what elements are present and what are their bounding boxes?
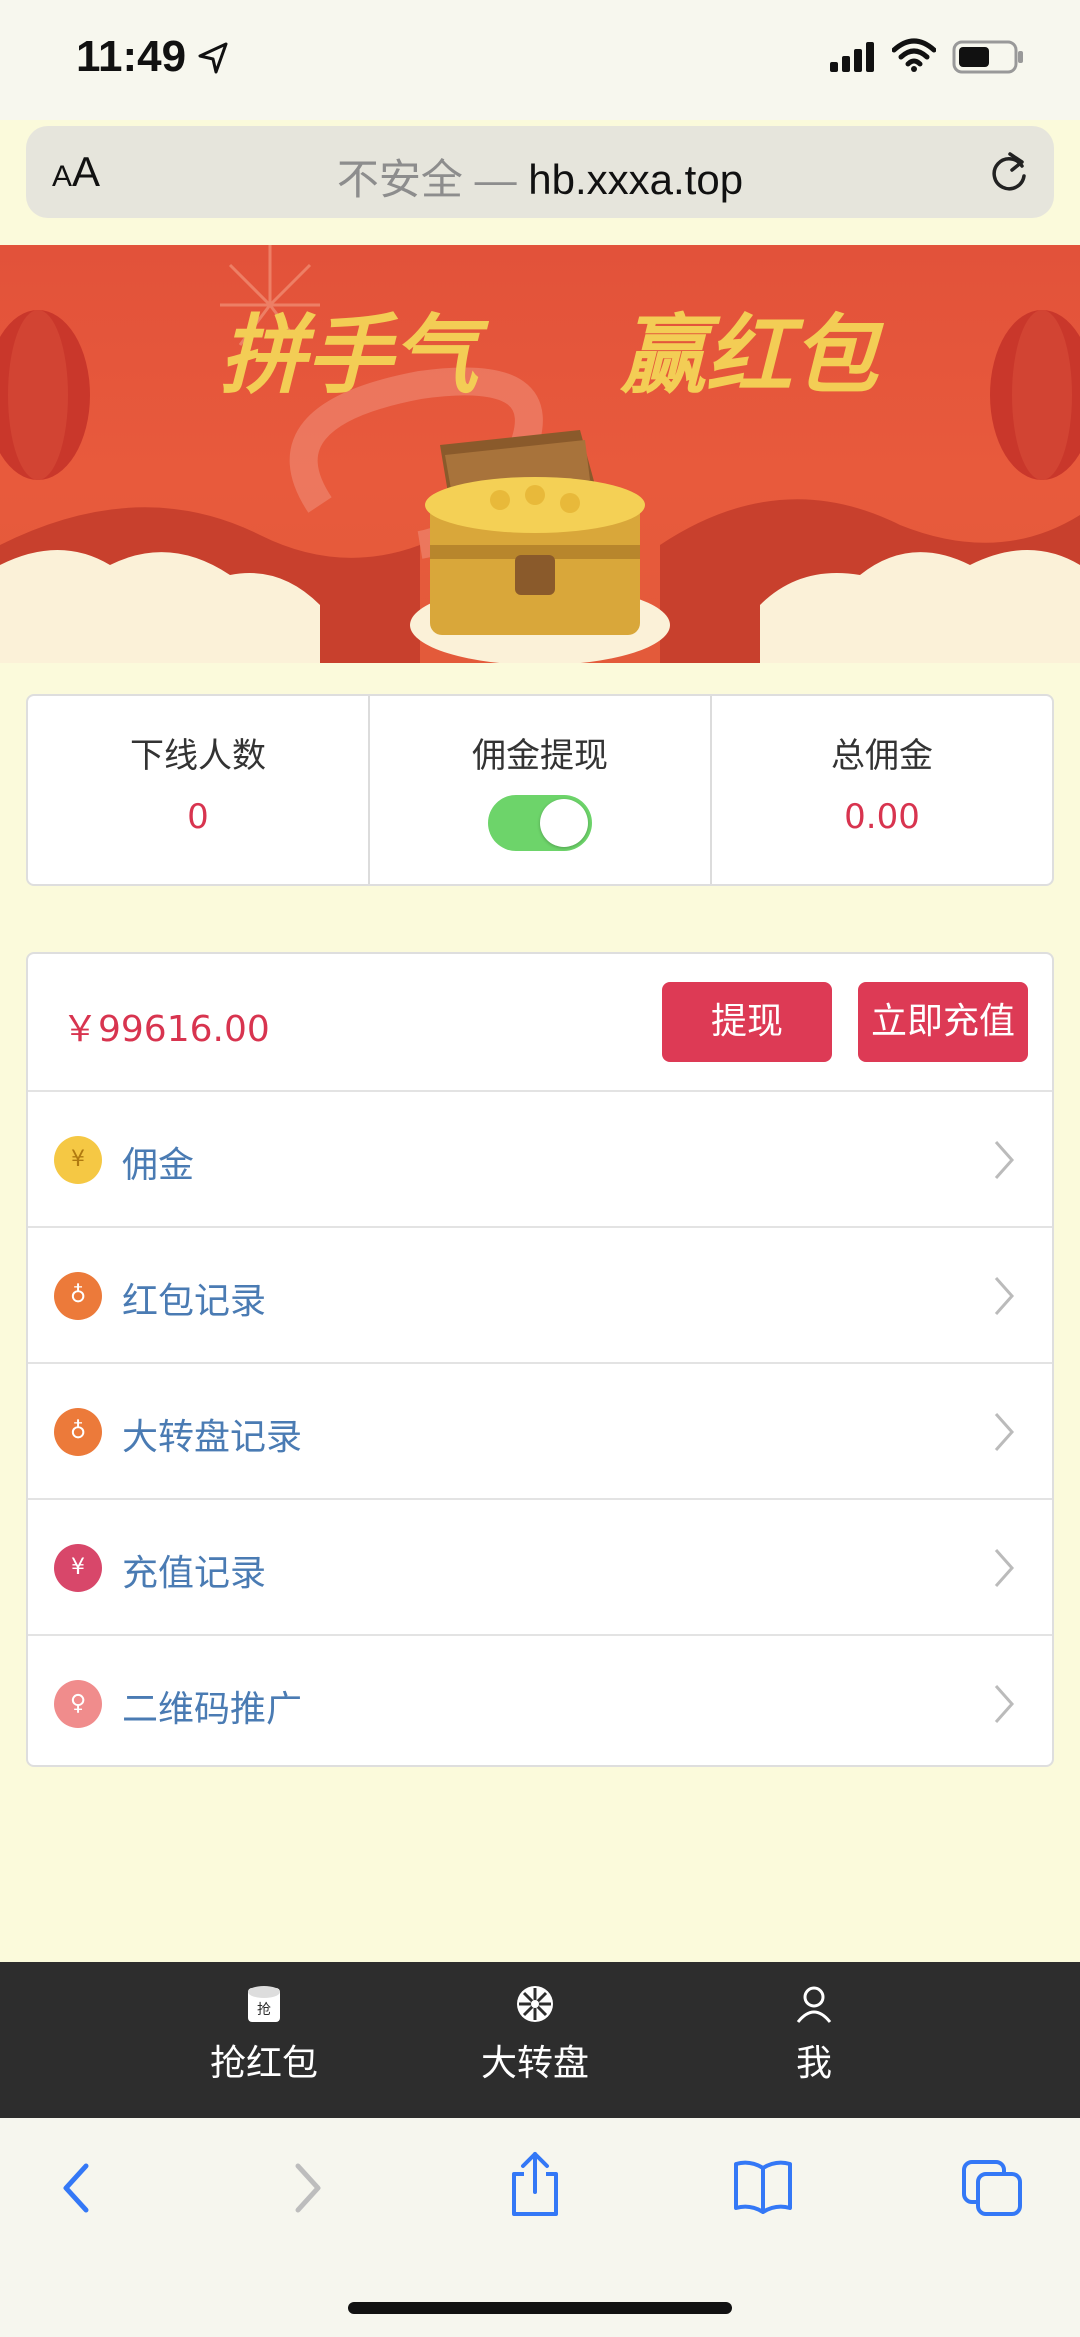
wifi-icon bbox=[892, 38, 936, 72]
share-icon[interactable] bbox=[508, 2150, 562, 2218]
stat-label: 总佣金 bbox=[831, 736, 933, 776]
url-display[interactable]: 不安全 — hb.xxxa.top bbox=[26, 146, 1054, 207]
chevron-right-icon bbox=[994, 1141, 1015, 1179]
yen-coin-icon: ¥ bbox=[54, 1136, 102, 1184]
stat-downline-count: 下线人数 0 bbox=[28, 696, 368, 884]
money-bag-icon: ♁ bbox=[54, 1408, 102, 1456]
menu-item-label: 大转盘记录 bbox=[122, 1417, 303, 1458]
menu-item-red-packet-records[interactable]: ♁ 红包记录 bbox=[28, 1228, 1052, 1364]
banner-slogan-right: 赢红包 bbox=[619, 305, 885, 406]
menu-item-label: 充值记录 bbox=[122, 1553, 267, 1594]
recharge-button[interactable]: 立即充值 bbox=[858, 982, 1028, 1062]
red-envelope-icon: 抢 bbox=[248, 1986, 280, 2022]
stat-label: 佣金提现 bbox=[472, 736, 608, 776]
stat-commission-withdraw: 佣金提现 bbox=[368, 696, 710, 884]
menu-item-label: 二维码推广 bbox=[122, 1689, 303, 1730]
yen-icon: ¥ bbox=[54, 1544, 102, 1592]
banner-art: 拼手气 赢红包 bbox=[0, 245, 1080, 663]
tabs-icon[interactable] bbox=[960, 2158, 1024, 2218]
money-bag-icon: ♁ bbox=[54, 1272, 102, 1320]
url-domain: hb.xxxa.top bbox=[528, 156, 744, 203]
menu-item-commission[interactable]: ¥ 佣金 bbox=[28, 1092, 1052, 1228]
not-secure-label: 不安全 — bbox=[336, 156, 517, 203]
stat-value: 0.00 bbox=[844, 797, 920, 837]
svg-text:抢: 抢 bbox=[257, 2001, 271, 2018]
cellular-signal-icon bbox=[830, 42, 874, 72]
stat-total-commission: 总佣金 0.00 bbox=[710, 696, 1052, 884]
status-bar: 11:49 bbox=[0, 0, 1080, 120]
menu-item-label: 佣金 bbox=[122, 1145, 195, 1186]
menu-item-label: 红包记录 bbox=[122, 1281, 267, 1322]
menu-item-wheel-records[interactable]: ♁ 大转盘记录 bbox=[28, 1364, 1052, 1500]
back-icon[interactable] bbox=[58, 2158, 98, 2218]
tab-me[interactable]: 我 bbox=[704, 1984, 924, 2086]
tab-label: 抢红包 bbox=[209, 2043, 318, 2084]
menu-item-qr-promotion[interactable]: ♀ 二维码推广 bbox=[28, 1636, 1052, 1770]
forward-icon[interactable] bbox=[286, 2158, 326, 2218]
promo-banner: 拼手气 赢红包 bbox=[0, 245, 1080, 663]
wheel-icon bbox=[517, 1986, 553, 2022]
balance-amount: ￥99616.00 bbox=[62, 1009, 270, 1050]
stat-value: 0 bbox=[187, 797, 209, 837]
tab-lucky-wheel[interactable]: 大转盘 bbox=[425, 1984, 645, 2086]
person-icon bbox=[796, 1986, 832, 2023]
address-bar[interactable]: AA 不安全 — hb.xxxa.top bbox=[26, 126, 1054, 218]
chevron-right-icon bbox=[994, 1549, 1015, 1587]
browser-toolbar bbox=[0, 2118, 1080, 2337]
bookmarks-icon[interactable] bbox=[732, 2158, 794, 2214]
reload-icon[interactable] bbox=[986, 148, 1032, 196]
battery-icon bbox=[952, 40, 1023, 74]
tab-label: 大转盘 bbox=[480, 2043, 589, 2084]
withdraw-button[interactable]: 提现 bbox=[662, 982, 832, 1062]
chevron-right-icon bbox=[994, 1277, 1015, 1315]
banner-slogan-left: 拼手气 bbox=[220, 305, 490, 406]
chevron-right-icon bbox=[994, 1413, 1015, 1451]
stat-label: 下线人数 bbox=[130, 736, 266, 776]
stats-card: 下线人数 0 佣金提现 总佣金 0.00 bbox=[26, 694, 1054, 886]
menu-item-recharge-records[interactable]: ¥ 充值记录 bbox=[28, 1500, 1052, 1636]
status-time: 11:49 bbox=[76, 32, 187, 81]
location-arrow-icon bbox=[198, 42, 228, 74]
treasure-chest-icon bbox=[425, 430, 645, 635]
wallet-card: ￥99616.00 提现 立即充值 ¥ 佣金 ♁ 红包记录 ♁ 大转盘记录 ¥ … bbox=[26, 952, 1054, 1767]
balance-row: ￥99616.00 提现 立即充值 bbox=[28, 954, 1052, 1092]
tab-label: 我 bbox=[795, 2043, 832, 2084]
user-icon: ♀ bbox=[54, 1680, 102, 1728]
home-indicator bbox=[348, 2302, 732, 2314]
bottom-tab-bar: 抢 抢红包 大转盘 我 bbox=[0, 1962, 1080, 2118]
tab-grab-red-packet[interactable]: 抢 抢红包 bbox=[154, 1984, 374, 2086]
commission-withdraw-toggle[interactable] bbox=[488, 795, 592, 851]
chevron-right-icon bbox=[994, 1685, 1015, 1723]
